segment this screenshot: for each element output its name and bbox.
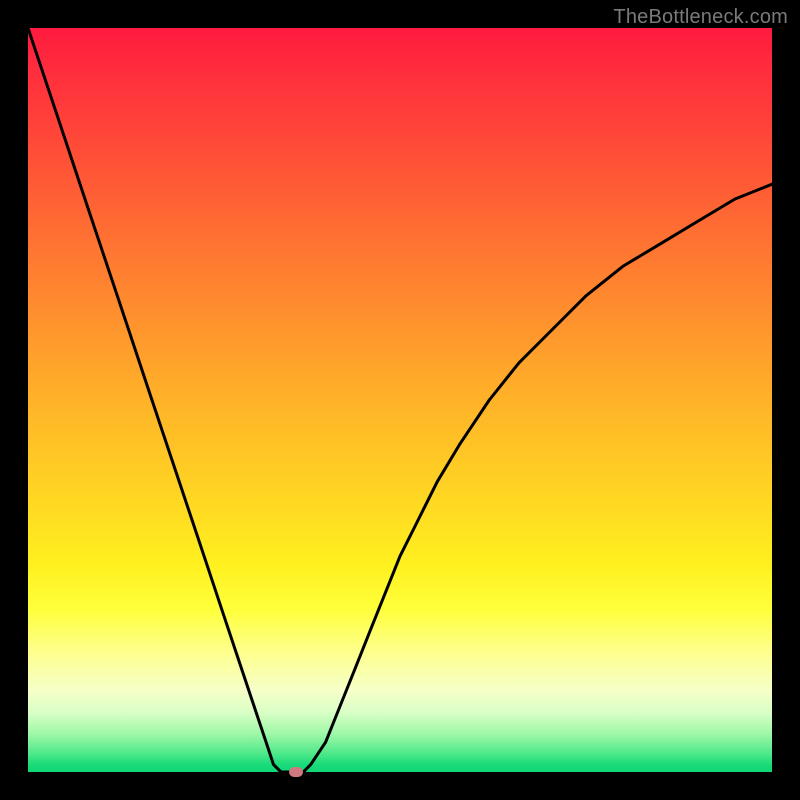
optimal-point-marker [289,767,303,777]
plot-area [28,28,772,772]
bottleneck-curve [28,28,772,772]
chart-frame: TheBottleneck.com [0,0,800,800]
watermark-text: TheBottleneck.com [613,6,788,29]
curve-svg [28,28,772,772]
